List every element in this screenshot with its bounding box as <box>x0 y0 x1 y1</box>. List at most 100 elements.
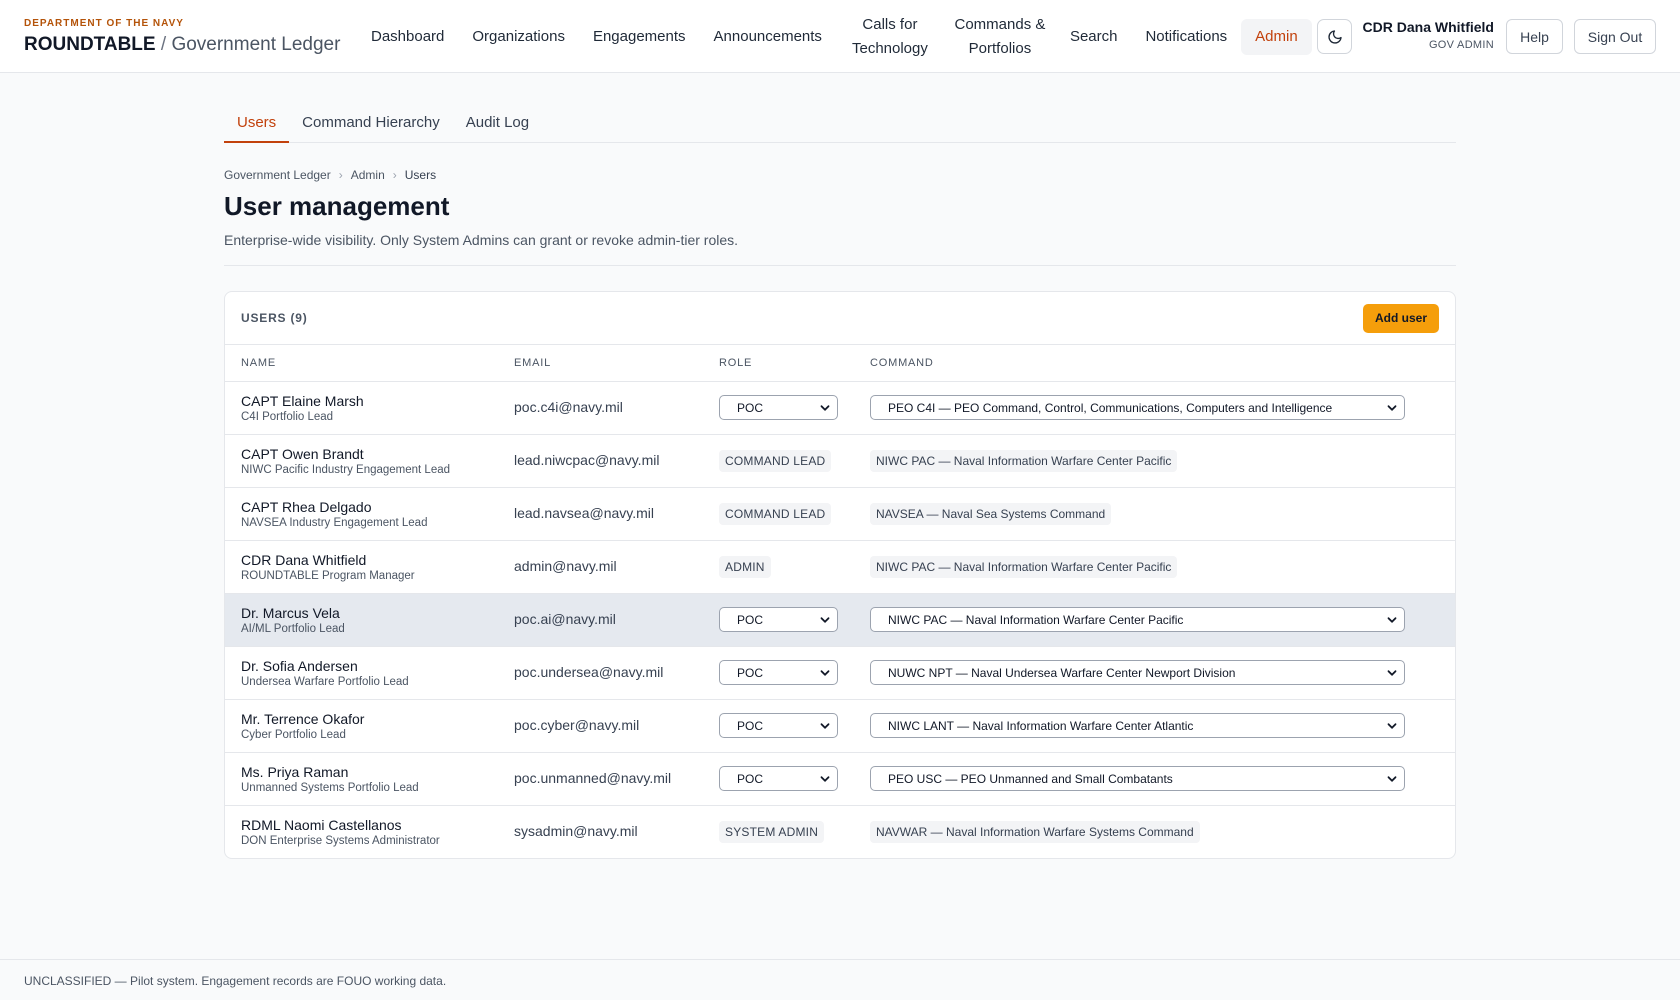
app-subtitle: Government Ledger <box>171 34 341 55</box>
nav-admin[interactable]: Admin <box>1241 19 1312 55</box>
theme-toggle-button[interactable] <box>1317 19 1352 54</box>
users-count-title: USERS (9) <box>241 311 308 325</box>
user-name-cell: Ms. Priya Raman Unmanned Systems Portfoli… <box>225 752 498 806</box>
user-name: Dr. Marcus Vela <box>241 604 340 621</box>
user-email-cell: lead.niwcpac@navy.mil <box>498 434 703 488</box>
nav-dashboard[interactable]: Dashboard <box>357 19 458 55</box>
current-user: CDR Dana Whitfield GOV ADMIN <box>1363 19 1494 51</box>
tab-users[interactable]: Users <box>224 104 290 143</box>
nav-notifications[interactable]: Notifications <box>1131 19 1241 55</box>
chevron-down-icon <box>1387 669 1397 676</box>
user-title: DON Enterprise Systems Administrator <box>241 834 440 847</box>
user-role-cell: POC <box>703 646 854 700</box>
user-email: lead.niwcpac@navy.mil <box>514 451 660 468</box>
app-title-separator: / <box>160 34 167 55</box>
command-select[interactable]: PEO C4I — PEO Command, Control, Communic… <box>870 395 1405 420</box>
command-select[interactable]: PEO USC — PEO Unmanned and Small Combata… <box>870 766 1405 791</box>
user-email-cell: admin@navy.mil <box>498 540 703 594</box>
user-role-cell: ADMIN <box>703 540 854 594</box>
command-select[interactable]: NIWC LANT — Naval Information Warfare Ce… <box>870 713 1405 738</box>
footer: UNCLASSIFIED — Pilot system. Engagement … <box>0 959 1680 1000</box>
top-bar: DEPARTMENT OF THE NAVY ROUNDTABLE / Gove… <box>0 0 1680 73</box>
table-row: RDML Naomi Castellanos DON Enterprise Sys… <box>225 805 1455 858</box>
user-role-cell: POC <box>703 752 854 806</box>
role-select[interactable]: POC <box>719 395 838 420</box>
chevron-down-icon <box>820 722 830 729</box>
nav-search[interactable]: Search <box>1056 19 1132 55</box>
user-name: Ms. Priya Raman <box>241 763 349 780</box>
user-name-cell: CAPT Owen Brandt NIWC Pacific Industry En… <box>225 434 498 488</box>
sign-out-button[interactable]: Sign Out <box>1574 19 1656 54</box>
column-header-email: EMAIL <box>498 345 703 382</box>
user-command-cell: NAVSEA — Naval Sea Systems Command <box>854 487 1455 541</box>
role-select[interactable]: POC <box>719 660 838 685</box>
role-select[interactable]: POC <box>719 607 838 632</box>
classification-notice: UNCLASSIFIED — Pilot system. Engagement … <box>24 974 447 988</box>
tab-audit-log[interactable]: Audit Log <box>453 104 542 143</box>
user-name: Mr. Terrence Okafor <box>241 710 365 727</box>
user-command-cell: NAVWAR — Naval Information Warfare Syste… <box>854 805 1455 858</box>
chevron-down-icon <box>1387 722 1397 729</box>
nav-calls-for-technology[interactable]: Calls for Technology <box>836 13 944 61</box>
user-role-cell: COMMAND LEAD <box>703 434 854 488</box>
role-select[interactable]: POC <box>719 713 838 738</box>
breadcrumb-users: Users <box>404 168 437 182</box>
nav-organizations[interactable]: Organizations <box>458 19 579 55</box>
user-title: Cyber Portfolio Lead <box>241 728 346 741</box>
command-badge: NIWC PAC — Naval Information Warfare Cen… <box>870 555 1178 578</box>
user-role-cell: POC <box>703 381 854 435</box>
help-button[interactable]: Help <box>1506 19 1563 54</box>
command-select-value: NUWC NPT — Naval Undersea Warfare Center… <box>888 665 1236 680</box>
current-user-name: CDR Dana Whitfield <box>1362 19 1494 35</box>
command-select[interactable]: NIWC PAC — Naval Information Warfare Cen… <box>870 607 1405 632</box>
user-name: RDML Naomi Castellanos <box>241 816 402 833</box>
table-row: Mr. Terrence Okafor Cyber Portfolio Lead p… <box>225 699 1455 753</box>
user-command-cell: NIWC PAC — Naval Information Warfare Cen… <box>854 540 1455 594</box>
column-header-name: NAME <box>225 345 498 382</box>
role-select[interactable]: POC <box>719 766 838 791</box>
command-badge: NAVWAR — Naval Information Warfare Syste… <box>870 820 1200 843</box>
user-command-cell: PEO USC — PEO Unmanned and Small Combata… <box>854 752 1455 806</box>
user-email-cell: poc.undersea@navy.mil <box>498 646 703 700</box>
breadcrumb-government-ledger[interactable]: Government Ledger <box>224 168 331 182</box>
user-email: poc.c4i@navy.mil <box>514 398 623 415</box>
user-email-cell: poc.cyber@navy.mil <box>498 699 703 753</box>
user-name-cell: Mr. Terrence Okafor Cyber Portfolio Lead <box>225 699 498 753</box>
chevron-down-icon <box>1387 404 1397 411</box>
nav-commands-portfolios[interactable]: Commands & Portfolios <box>944 13 1056 61</box>
users-table-body: CAPT Elaine Marsh C4I Portfolio Lead poc.c… <box>225 381 1455 858</box>
add-user-button[interactable]: Add user <box>1363 303 1439 333</box>
page-title: User management <box>224 191 450 221</box>
table-row: Dr. Marcus Vela AI/ML Portfolio Lead poc.a… <box>225 593 1455 647</box>
users-card: USERS (9) Add user NAME EMAIL ROLE COMMA… <box>224 291 1456 859</box>
user-name: CDR Dana Whitfield <box>241 551 367 568</box>
nav-engagements[interactable]: Engagements <box>579 19 700 55</box>
brand[interactable]: DEPARTMENT OF THE NAVY ROUNDTABLE / Gove… <box>24 18 340 56</box>
column-header-command: COMMAND <box>854 345 1455 382</box>
user-command-cell: NIWC PAC — Naval Information Warfare Cen… <box>854 593 1455 647</box>
tab-command-hierarchy[interactable]: Command Hierarchy <box>289 104 453 143</box>
user-command-cell: PEO C4I — PEO Command, Control, Communic… <box>854 381 1455 435</box>
table-row: CAPT Elaine Marsh C4I Portfolio Lead poc.c… <box>225 381 1455 435</box>
user-title: NIWC Pacific Industry Engagement Lead <box>241 463 451 476</box>
moon-icon <box>1327 29 1342 44</box>
command-select-value: NIWC PAC — Naval Information Warfare Cen… <box>888 612 1184 627</box>
command-select-value: PEO C4I — PEO Command, Control, Communic… <box>888 400 1333 415</box>
nav-announcements[interactable]: Announcements <box>700 19 836 55</box>
user-email-cell: lead.navsea@navy.mil <box>498 487 703 541</box>
users-card-header: USERS (9) Add user <box>225 292 1455 345</box>
user-email: poc.ai@navy.mil <box>514 610 616 627</box>
user-name: CAPT Rhea Delgado <box>241 498 372 515</box>
command-select[interactable]: NUWC NPT — Naval Undersea Warfare Center… <box>870 660 1405 685</box>
breadcrumb-admin[interactable]: Admin <box>351 168 385 182</box>
admin-tabs: Users Command Hierarchy Audit Log <box>224 104 1456 143</box>
user-name-cell: Dr. Marcus Vela AI/ML Portfolio Lead <box>225 593 498 647</box>
user-email-cell: poc.c4i@navy.mil <box>498 381 703 435</box>
current-user-role: GOV ADMIN <box>1428 39 1494 51</box>
page-description: Enterprise-wide visibility. Only System … <box>224 232 739 248</box>
app-name: ROUNDTABLE <box>24 34 156 55</box>
user-command-cell: NIWC PAC — Naval Information Warfare Cen… <box>854 434 1455 488</box>
user-role-cell: POC <box>703 699 854 753</box>
role-badge: COMMAND LEAD <box>719 502 832 525</box>
table-header-row: NAME EMAIL ROLE COMMAND <box>225 345 1455 382</box>
